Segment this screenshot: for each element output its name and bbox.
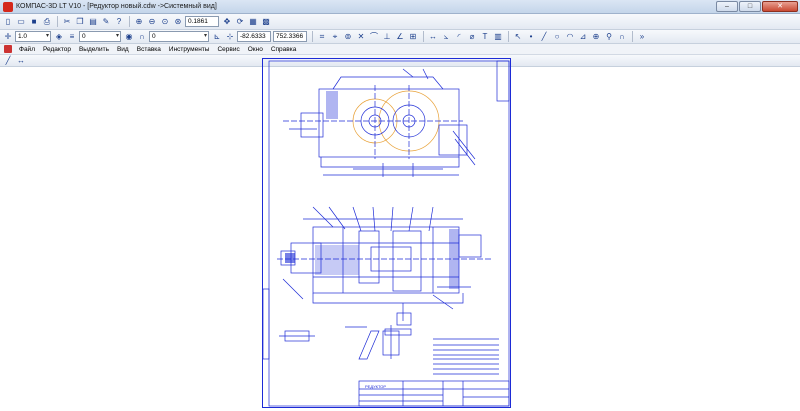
cut-icon[interactable]: ✂: [61, 16, 73, 28]
table-icon[interactable]: ▥: [492, 31, 504, 43]
pan-icon[interactable]: ✥: [221, 16, 233, 28]
select-icon[interactable]: ↖: [512, 31, 524, 43]
status-toolbar: ✛ 1.0 ▾ ◈ ≡ 0 ▾ ◉ ∩ 0 ▾ ⊾ ⊹ -82.6333 752.33…: [0, 30, 800, 44]
step-select[interactable]: 1.0 ▾: [15, 31, 51, 42]
zoom-all-icon[interactable]: ⊛: [172, 16, 184, 28]
magnet-icon[interactable]: ∩: [136, 31, 148, 43]
separator: [129, 16, 130, 27]
menu-file[interactable]: Файл: [19, 46, 35, 53]
new-icon[interactable]: ▯: [2, 16, 14, 28]
grid-icon[interactable]: ▩: [260, 16, 272, 28]
style-icon[interactable]: ◉: [123, 31, 135, 43]
dim-diameter-icon[interactable]: ⌀: [466, 31, 478, 43]
standard-toolbar: ▯ ▭ ■ ⎙ ✂ ❐ ▤ ✎ ? ⊕ ⊖ ⊙ ⊛ 0.1861 ✥ ⟳ ▦ ▩: [0, 14, 800, 30]
cursor-step-icon[interactable]: ✛: [2, 31, 14, 43]
wand-icon[interactable]: ⚲: [603, 31, 615, 43]
snap-grid-icon[interactable]: ⊞: [407, 31, 419, 43]
dimensions-panel-icon[interactable]: ↔: [15, 55, 27, 67]
menu-bar: Файл Редактор Выделить Вид Вставка Инстр…: [0, 44, 800, 55]
expand-icon[interactable]: »: [636, 31, 648, 43]
separator: [508, 31, 509, 42]
text-icon[interactable]: T: [479, 31, 491, 43]
menu-editor[interactable]: Редактор: [43, 46, 71, 53]
menu-help[interactable]: Справка: [271, 46, 297, 53]
title-bar: КОМПАС-3D LT V10 - [Редуктор новый.cdw -…: [0, 0, 800, 14]
magnet2-icon[interactable]: ∩: [616, 31, 628, 43]
dim-radius-icon[interactable]: ◜: [453, 31, 465, 43]
print-icon[interactable]: ⎙: [41, 16, 53, 28]
geometry-panel-icon[interactable]: ╱: [2, 55, 14, 67]
save-icon[interactable]: ■: [28, 16, 40, 28]
dim-linear-icon[interactable]: ↔: [427, 31, 439, 43]
open-icon[interactable]: ▭: [15, 16, 27, 28]
menu-window[interactable]: Окно: [248, 46, 263, 53]
paste-icon[interactable]: ▤: [87, 16, 99, 28]
ortho-icon[interactable]: ⊾: [211, 31, 223, 43]
arc-icon[interactable]: ◠: [564, 31, 576, 43]
zoom-out-icon[interactable]: ⊖: [146, 16, 158, 28]
zoom-in-icon[interactable]: ⊕: [133, 16, 145, 28]
step-value: 1.0: [18, 33, 28, 40]
layer-list-icon[interactable]: ≡: [66, 31, 78, 43]
snap-normal-icon[interactable]: ⊥: [381, 31, 393, 43]
zoom-window-icon[interactable]: ⊙: [159, 16, 171, 28]
menu-service[interactable]: Сервис: [217, 46, 239, 53]
menu-tools[interactable]: Инструменты: [169, 46, 210, 53]
separator: [312, 31, 313, 42]
snap-intersect-icon[interactable]: ✕: [355, 31, 367, 43]
zoom-input[interactable]: 0.1861: [185, 16, 219, 27]
menu-select[interactable]: Выделить: [79, 46, 109, 53]
dim-angle-icon[interactable]: ⦣: [440, 31, 452, 43]
close-button[interactable]: ✕: [762, 1, 798, 12]
snap-middle-icon[interactable]: ⌖: [329, 31, 341, 43]
coord-y-field[interactable]: 752.3366: [273, 31, 307, 42]
drawing-sheet[interactable]: РЕДУКТОР: [262, 58, 511, 408]
coord-icon[interactable]: ⊹: [224, 31, 236, 43]
menu-insert[interactable]: Вставка: [137, 46, 161, 53]
refresh-icon[interactable]: ⟳: [234, 16, 246, 28]
layer-icon[interactable]: ◈: [53, 31, 65, 43]
snap-angle-icon[interactable]: ∠: [394, 31, 406, 43]
snap-tangent-icon[interactable]: ⌒: [368, 31, 380, 43]
window-title: КОМПАС-3D LT V10 - [Редуктор новый.cdw -…: [16, 3, 217, 10]
style-select[interactable]: 0 ▾: [149, 31, 209, 42]
app-logo-icon: [3, 1, 13, 12]
maximize-button[interactable]: □: [739, 1, 761, 12]
layer-select[interactable]: 0 ▾: [79, 31, 121, 42]
line-icon[interactable]: ╱: [538, 31, 550, 43]
separator: [57, 16, 58, 27]
measure-icon[interactable]: ⊿: [577, 31, 589, 43]
snap-endpoint-icon[interactable]: ⌗: [316, 31, 328, 43]
copy-icon[interactable]: ❐: [74, 16, 86, 28]
minimize-button[interactable]: –: [716, 1, 738, 12]
separator: [423, 31, 424, 42]
coord-x-field[interactable]: -82.6333: [237, 31, 271, 42]
snap-center-icon[interactable]: ⊚: [342, 31, 354, 43]
properties-icon[interactable]: ✎: [100, 16, 112, 28]
window-controls: – □ ✕: [716, 1, 798, 12]
target-icon[interactable]: ⊕: [590, 31, 602, 43]
separator: [632, 31, 633, 42]
gearbox-drawing: РЕДУКТОР: [263, 60, 510, 407]
point-icon[interactable]: •: [525, 31, 537, 43]
style-value: 0: [152, 33, 156, 40]
document-icon: [4, 45, 12, 53]
show-all-icon[interactable]: ▦: [247, 16, 259, 28]
layer-value: 0: [82, 33, 86, 40]
stamp-label: РЕДУКТОР: [365, 384, 386, 389]
menu-view[interactable]: Вид: [117, 46, 129, 53]
circle-icon[interactable]: ○: [551, 31, 563, 43]
help-icon[interactable]: ?: [113, 16, 125, 28]
